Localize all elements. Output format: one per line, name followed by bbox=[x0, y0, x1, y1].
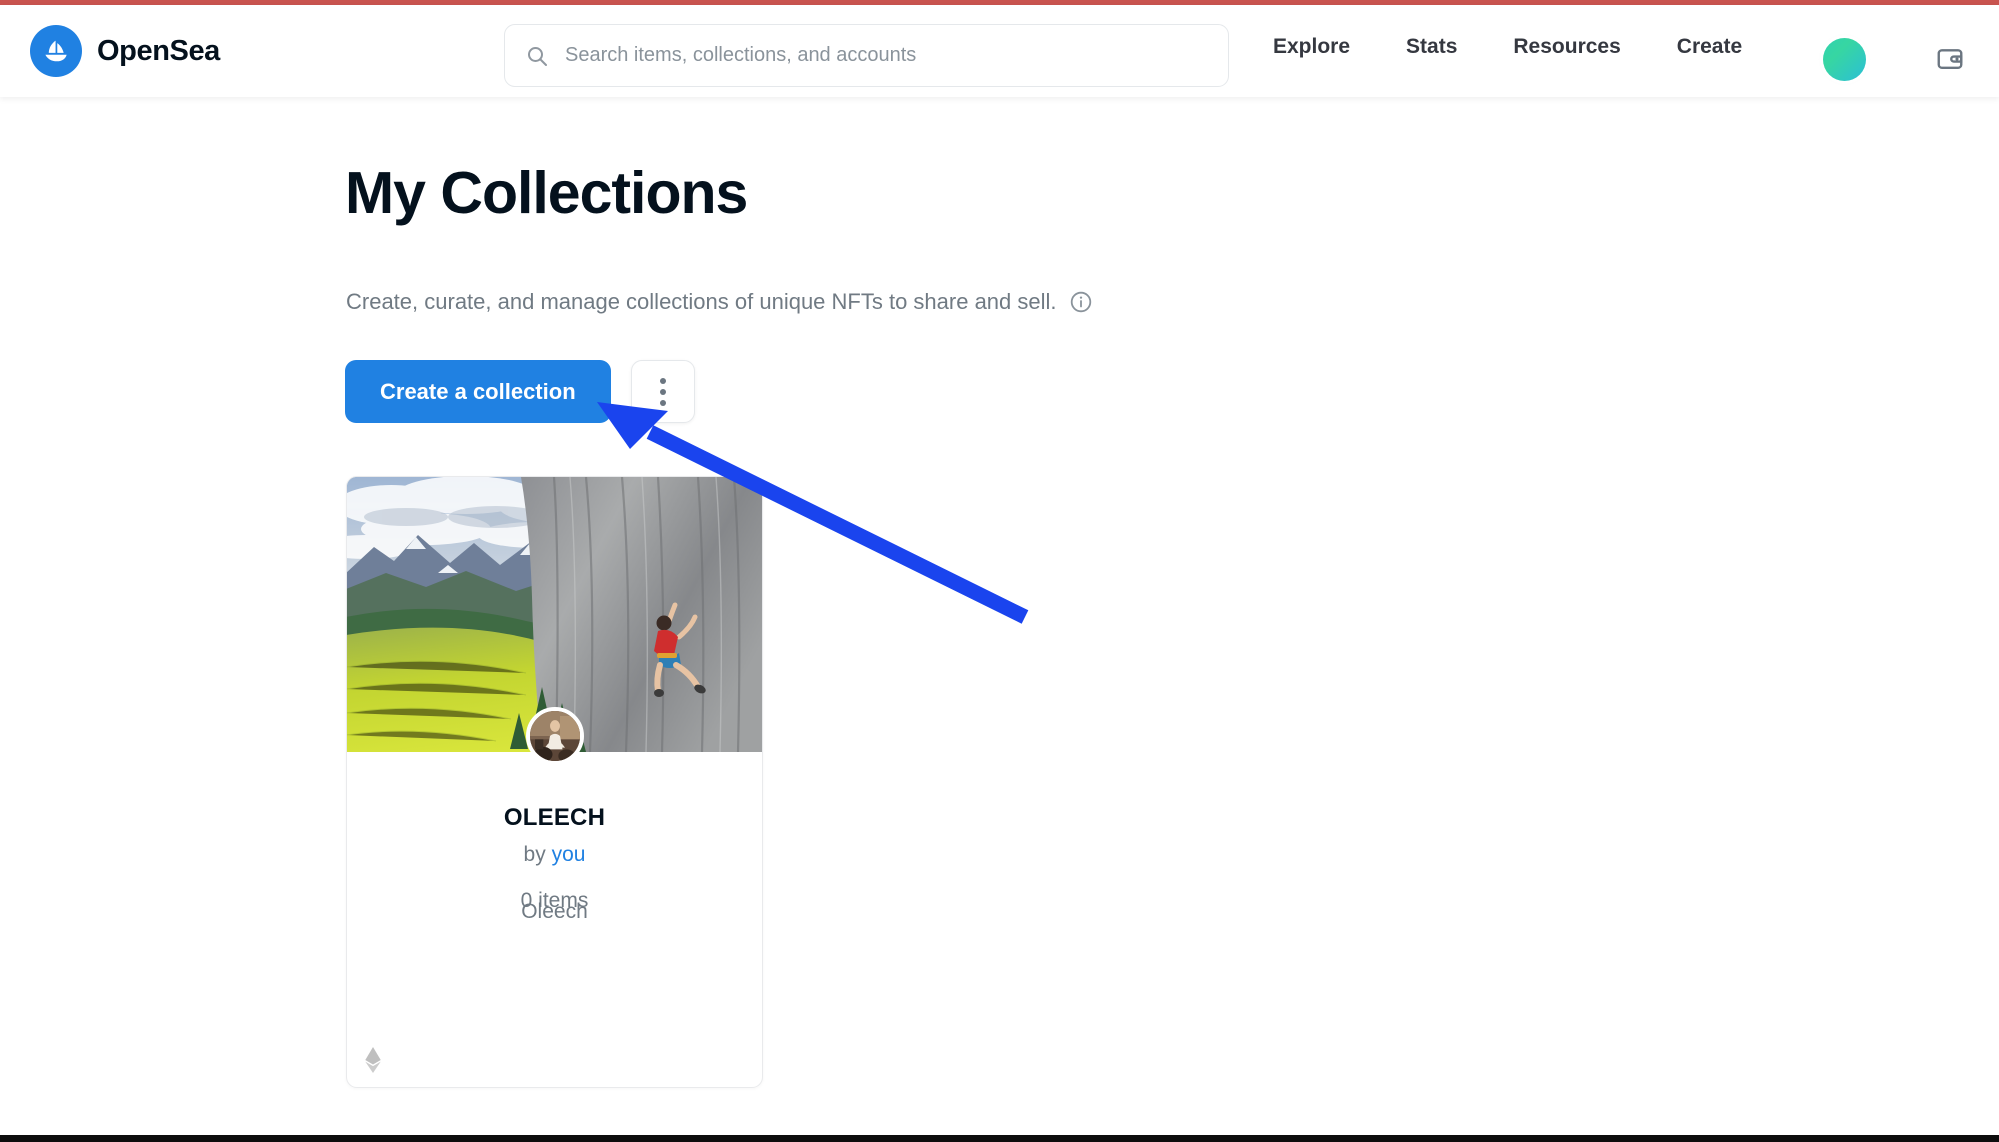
ethereum-icon bbox=[365, 1047, 381, 1073]
annotation-arrow bbox=[597, 402, 1029, 624]
page-subtitle-row: Create, curate, and manage collections o… bbox=[346, 289, 1093, 315]
info-icon[interactable] bbox=[1069, 290, 1093, 314]
nav-link-explore[interactable]: Explore bbox=[1245, 35, 1378, 59]
nav-link-create[interactable]: Create bbox=[1649, 35, 1770, 59]
more-vertical-icon-dot bbox=[659, 399, 666, 406]
collection-item-count: 0 items bbox=[520, 889, 589, 912]
wallet-button[interactable] bbox=[1928, 37, 1972, 81]
site-header: OpenSea Search items, collections, and a… bbox=[0, 5, 1999, 97]
collection-owner-prefix: by bbox=[523, 843, 546, 866]
more-options-button[interactable] bbox=[630, 360, 695, 423]
main-navigation: Explore Stats Resources Create bbox=[1245, 35, 1770, 59]
search-input[interactable]: Search items, collections, and accounts bbox=[565, 44, 916, 67]
page-subtitle: Create, curate, and manage collections o… bbox=[346, 289, 1057, 314]
search-icon bbox=[528, 46, 547, 66]
wallet-icon bbox=[1937, 49, 1963, 69]
more-vertical-icon-dot bbox=[659, 388, 666, 395]
collection-owner: by you bbox=[347, 843, 762, 867]
nav-link-stats[interactable]: Stats bbox=[1378, 35, 1485, 59]
collection-card[interactable]: OLEECH by you Oleech 0 items bbox=[346, 476, 763, 1088]
collection-name: OLEECH bbox=[503, 804, 606, 831]
collection-actions: Create a collection bbox=[345, 360, 695, 423]
page-title: My Collections bbox=[345, 160, 748, 226]
opensea-my-collections-page: OpenSea Search items, collections, and a… bbox=[0, 0, 1999, 1142]
create-a-collection-button[interactable]: Create a collection bbox=[345, 360, 611, 423]
collection-avatar bbox=[525, 707, 584, 765]
search-bar[interactable]: Search items, collections, and accounts bbox=[504, 24, 1229, 87]
opensea-brand-name: OpenSea bbox=[97, 34, 220, 67]
browser-bottom-edge bbox=[0, 1135, 1999, 1142]
opensea-logo[interactable]: OpenSea bbox=[30, 25, 220, 77]
nav-link-resources[interactable]: Resources bbox=[1485, 35, 1648, 59]
opensea-ship-logo-icon bbox=[30, 25, 82, 77]
account-avatar[interactable] bbox=[1823, 38, 1866, 81]
collection-owner-link[interactable]: you bbox=[552, 843, 586, 866]
more-vertical-icon-dot bbox=[659, 377, 666, 384]
